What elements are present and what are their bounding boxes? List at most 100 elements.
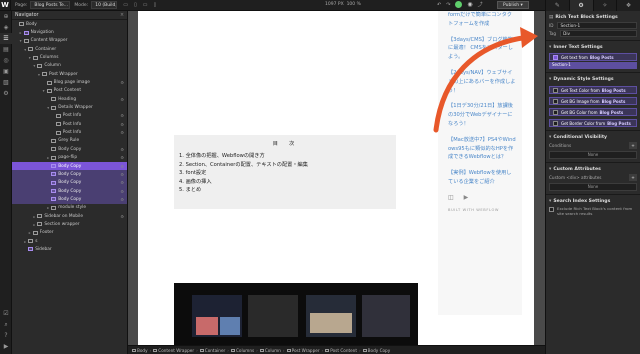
binding-checkbox[interactable]	[553, 120, 558, 126]
dynamic-style-binding[interactable]: Get BG Image from Blog Posts	[549, 97, 637, 105]
tab-settings[interactable]: ⚙	[568, 0, 593, 11]
preview-icon[interactable]: ◉	[467, 1, 472, 8]
navigator-row[interactable]: Body Copy ⚙	[12, 195, 127, 204]
gear-icon[interactable]: ⚙	[120, 80, 124, 85]
navigator-row[interactable]: Post Info ⚙	[12, 112, 127, 120]
symbols-icon[interactable]: ◈	[0, 22, 12, 33]
id-field[interactable]: Section-1	[557, 21, 637, 29]
navigator-row[interactable]: ▾ Content Wrapper	[12, 37, 127, 45]
navigator-row[interactable]: ▸ Sidebar on Mobile ⚙	[12, 212, 127, 220]
add-condition-button[interactable]: +	[629, 141, 637, 149]
video-icon[interactable]: ▶	[0, 341, 12, 352]
gear-icon[interactable]: ⚙	[120, 164, 124, 169]
gear-icon[interactable]: ⚙	[120, 113, 124, 118]
cms-icon[interactable]: ◎	[0, 55, 12, 66]
navigator-row[interactable]: Body Copy ⚙	[12, 145, 127, 153]
webflow-logo[interactable]: W	[0, 0, 11, 11]
toc-item[interactable]: 4. 画像の挿入	[179, 178, 396, 187]
tag-select[interactable]: Div	[560, 29, 637, 37]
add-attribute-button[interactable]: +	[629, 173, 637, 181]
built-with-webflow[interactable]: BUILT WITH WEBFLOW	[438, 208, 522, 212]
gear-icon[interactable]: ⚙	[120, 214, 124, 219]
binding-checkbox[interactable]	[553, 109, 558, 115]
desktop-icon[interactable]: ▭	[123, 2, 128, 8]
canvas-zoom[interactable]: 100 %	[347, 2, 361, 7]
navigator-row[interactable]: Grey Rule	[12, 137, 127, 145]
undo-icon[interactable]: ↶	[437, 2, 441, 8]
navigator-row[interactable]: ▾ Container	[12, 45, 127, 53]
share-icon[interactable]: ⤴	[478, 1, 483, 8]
page-select[interactable]: Blog Posts Te...	[30, 1, 71, 9]
breadcrumb-item[interactable]: Columns	[230, 348, 254, 353]
navigator-row[interactable]: Body Copy ⚙	[12, 178, 127, 187]
search-icon[interactable]: ⌕	[0, 319, 12, 330]
navigator-row[interactable]: ▸ page-flip ⚙	[12, 154, 127, 162]
tab-interactions[interactable]: ✧	[592, 0, 617, 11]
navigator-row[interactable]: Post Info ⚙	[12, 128, 127, 136]
navigator-row[interactable]: Blog page image ⚙	[12, 78, 127, 86]
custom-attributes-header[interactable]: ▾ Custom Attributes	[549, 165, 637, 173]
navigator-row[interactable]: ▸ Footer	[12, 229, 127, 237]
toc-item[interactable]: 2. Section、Containerの配置、テキストの配置・編集	[179, 161, 396, 170]
toc-item[interactable]: 3. font設定	[179, 169, 396, 178]
binding-field-select[interactable]: Section-1	[549, 62, 637, 69]
search-index-header[interactable]: ▾ Search Index Settings	[549, 197, 637, 205]
breadcrumb-item[interactable]: Body	[132, 348, 148, 353]
breadcrumb-item[interactable]: Body Copy	[362, 348, 390, 353]
audit-icon[interactable]: ☑	[0, 308, 12, 319]
tab-style[interactable]: ✎	[545, 0, 569, 11]
close-icon[interactable]: ×	[120, 13, 124, 18]
tablet-icon[interactable]: ▯	[134, 2, 137, 8]
navigator-row[interactable]: ▾ Details Wrapper	[12, 103, 127, 111]
breadcrumb-item[interactable]: Container	[199, 348, 225, 353]
binding-checkbox[interactable]	[553, 87, 558, 93]
toc-item[interactable]: 5. まとめ	[179, 186, 396, 195]
dynamic-style-binding[interactable]: Get Border Color from Blog Posts	[549, 119, 637, 127]
inner-text-header[interactable]: ▾ Inner Text Settings	[549, 43, 637, 51]
gear-icon[interactable]: ⚙	[120, 122, 124, 127]
mode-select[interactable]: 10 (Build, –)	[91, 1, 118, 9]
navigator-row[interactable]: Heading ⚙	[12, 95, 127, 103]
gear-icon[interactable]: ⚙	[120, 180, 124, 185]
mobile-landscape-icon[interactable]: ▭	[143, 2, 148, 8]
navigator-row[interactable]: Sidebar	[12, 245, 127, 253]
navigator-row[interactable]: Body Copy ⚙	[12, 170, 127, 179]
navigator-row[interactable]: ▸ Navigation	[12, 28, 127, 36]
inner-text-binding[interactable]: Get text from Blog Posts	[549, 53, 637, 61]
navigator-row[interactable]: Body	[12, 20, 127, 28]
gear-icon[interactable]: ⚙	[120, 147, 124, 152]
gear-icon[interactable]: ⚙	[120, 130, 124, 135]
redo-icon[interactable]: ↷	[446, 2, 450, 8]
ecommerce-icon[interactable]: ▣	[0, 66, 12, 77]
breadcrumb-item[interactable]: Column	[259, 348, 281, 353]
related-link[interactable]: 【Mac放送中7】PS4やWindows95もに類似的なHPを作成できるWebf…	[438, 136, 522, 162]
gear-icon[interactable]: ⚙	[120, 97, 124, 102]
breadcrumb-item[interactable]: Post Wrapper	[286, 348, 320, 353]
dynamic-style-binding[interactable]: Get BG Color from Blog Posts	[549, 108, 637, 116]
navigator-row[interactable]: ▾ Post Wrapper	[12, 70, 127, 78]
navigator-row[interactable]: ▾ Columns	[12, 53, 127, 61]
help-icon[interactable]: ?	[0, 330, 12, 341]
navigator-row[interactable]: Body Copy ⚙	[12, 186, 127, 196]
tab-assets[interactable]: ❖	[616, 0, 640, 11]
toc-box[interactable]: 目 次 1. 全体像の把握、Webflowの開き方 2. Section、Cont…	[174, 135, 396, 209]
navigator-row[interactable]: ▾ Column	[12, 62, 127, 70]
toc-item[interactable]: 1. 全体像の把握、Webflowの開き方	[179, 152, 396, 161]
breadcrumb-item[interactable]: Content Wrapper	[153, 348, 194, 353]
publish-button[interactable]: Publish ▾	[497, 1, 529, 9]
add-panel-icon[interactable]: ⊕	[0, 11, 12, 22]
screenshot-image[interactable]	[174, 283, 418, 345]
gear-icon[interactable]: ⚙	[120, 189, 124, 194]
navigator-row[interactable]: ▸ s	[12, 237, 127, 245]
navigator-icon[interactable]: ☰	[0, 33, 12, 44]
conditional-visibility-header[interactable]: ▾ Conditional Visibility	[549, 133, 637, 141]
gear-icon[interactable]: ⚙	[120, 172, 124, 177]
gear-icon[interactable]: ⚙	[120, 197, 124, 202]
related-link[interactable]: 【実例】Webflowを使用している企業をご紹介	[438, 169, 522, 187]
navigator-row[interactable]: Body Copy ⚙	[12, 161, 127, 171]
dynamic-style-binding[interactable]: Get Text Color from Blog Posts	[549, 86, 637, 94]
navigator-row[interactable]: ▸ Section wrapper	[12, 220, 127, 228]
navigator-row[interactable]: ▸ module style	[12, 204, 127, 212]
mobile-icon[interactable]: ▯	[153, 2, 156, 8]
settings-icon[interactable]: ⚙	[0, 88, 12, 99]
